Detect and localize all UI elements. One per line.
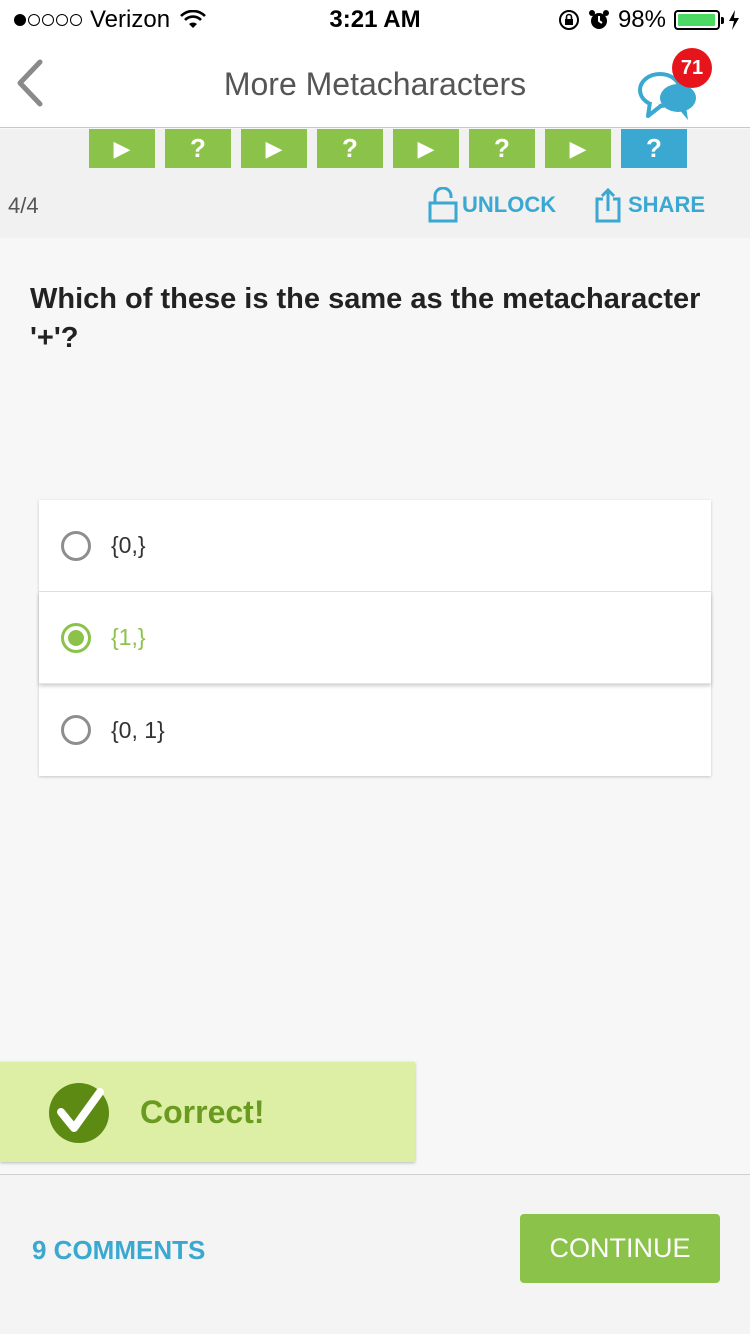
lesson-progress-strip: ▶ ? ▶ ? ▶ ? ▶ ? 4/4 UNLOCK SHARE (0, 129, 750, 238)
lesson-step-4[interactable]: ? (317, 129, 383, 168)
checkmark-icon (49, 1083, 109, 1143)
radio-button[interactable] (61, 530, 91, 561)
radio-button-selected[interactable] (61, 622, 91, 653)
charging-icon (729, 10, 739, 30)
navigation-bar: More Metacharacters 71 (0, 40, 750, 128)
question-text: Which of these is the same as the metach… (30, 283, 701, 354)
answer-option-label: {1,} (111, 624, 146, 650)
battery-percent: 98% (617, 6, 666, 33)
answer-option-label: {0, 1} (111, 716, 165, 743)
lesson-step-6[interactable]: ? (469, 129, 535, 168)
notification-badge: 71 (672, 48, 712, 88)
answer-option-3[interactable]: {0, 1} (39, 684, 711, 776)
lesson-step-1[interactable]: ▶ (89, 129, 155, 168)
lesson-step-7[interactable]: ▶ (545, 129, 611, 168)
answer-option-label: {0,} (111, 532, 146, 558)
alarm-icon (588, 10, 609, 29)
share-label: SHARE (628, 192, 706, 217)
lesson-step-2[interactable]: ? (165, 129, 231, 168)
answer-options: {0,} {1,} {0, 1} (39, 500, 711, 776)
battery-icon (674, 10, 724, 30)
unlock-label: UNLOCK (462, 192, 557, 217)
unlock-button[interactable]: UNLOCK (428, 187, 556, 223)
share-button[interactable]: SHARE (594, 187, 705, 223)
lesson-steps: ▶ ? ▶ ? ▶ ? ▶ ? (89, 129, 687, 168)
status-bar: Verizon 3:21 AM 98% (0, 0, 750, 40)
share-icon (595, 187, 621, 223)
answer-option-2[interactable]: {1,} (39, 592, 711, 684)
continue-button[interactable]: CONTINUE (520, 1214, 720, 1283)
discussion-button[interactable]: 71 (632, 46, 712, 124)
answer-option-1[interactable]: {0,} (39, 500, 711, 592)
radio-button[interactable] (61, 715, 91, 745)
result-banner: Correct! (0, 1062, 415, 1162)
lesson-step-3[interactable]: ▶ (241, 129, 307, 168)
orientation-lock-icon (558, 10, 579, 30)
footer-bar: 9 COMMENTS CONTINUE (0, 1174, 750, 1334)
progress-counter: 4/4 (8, 193, 39, 218)
status-right: 98% (558, 6, 740, 34)
lesson-step-8[interactable]: ? (621, 129, 687, 168)
comments-link[interactable]: 9 COMMENTS (32, 1235, 205, 1266)
padlock-icon (428, 187, 458, 223)
lesson-step-5[interactable]: ▶ (393, 129, 459, 168)
result-text: Correct! (140, 1094, 265, 1130)
